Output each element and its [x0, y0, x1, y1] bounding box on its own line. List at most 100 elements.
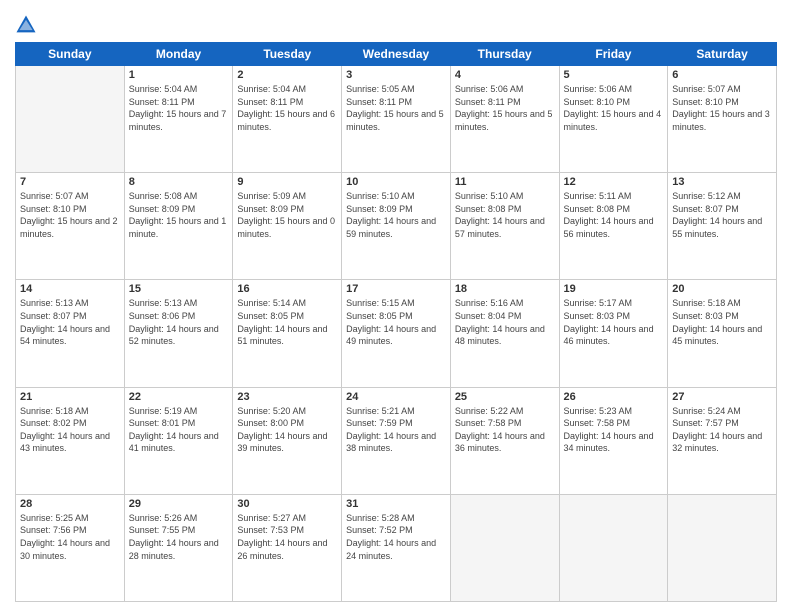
calendar-table: SundayMondayTuesdayWednesdayThursdayFrid…	[15, 42, 777, 602]
day-number: 20	[672, 283, 772, 295]
calendar-cell: 16 Sunrise: 5:14 AMSunset: 8:05 PMDayligh…	[233, 280, 342, 387]
day-number: 16	[237, 283, 337, 295]
calendar-cell	[668, 494, 777, 601]
weekday-header: Tuesday	[233, 43, 342, 66]
day-info: Sunrise: 5:22 AMSunset: 7:58 PMDaylight:…	[455, 405, 555, 455]
day-info: Sunrise: 5:26 AMSunset: 7:55 PMDaylight:…	[129, 512, 229, 562]
calendar-cell: 14Sunrise: 5:13 AMSunset: 8:07 PMDayligh…	[16, 280, 125, 387]
calendar-cell: 19 Sunrise: 5:17 AMSunset: 8:03 PMDayligh…	[559, 280, 668, 387]
weekday-header: Wednesday	[342, 43, 451, 66]
calendar-cell: 5Sunrise: 5:06 AMSunset: 8:10 PMDaylight…	[559, 66, 668, 173]
calendar-row: 14Sunrise: 5:13 AMSunset: 8:07 PMDayligh…	[16, 280, 777, 387]
day-number: 15	[129, 283, 229, 295]
calendar-cell: 12 Sunrise: 5:11 AMSunset: 8:08 PMDayligh…	[559, 173, 668, 280]
logo-icon	[15, 14, 37, 36]
day-number: 19	[564, 283, 664, 295]
calendar-cell	[16, 66, 125, 173]
day-number: 28	[20, 498, 120, 510]
day-number: 23	[237, 391, 337, 403]
day-number: 6	[672, 69, 772, 81]
calendar-row: 21 Sunrise: 5:18 AMSunset: 8:02 PMDayligh…	[16, 387, 777, 494]
weekday-header: Sunday	[16, 43, 125, 66]
calendar-cell: 2 Sunrise: 5:04 AMSunset: 8:11 PMDaylight…	[233, 66, 342, 173]
calendar-cell: 1 Sunrise: 5:04 AMSunset: 8:11 PMDaylight…	[124, 66, 233, 173]
day-number: 22	[129, 391, 229, 403]
calendar-cell: 3Sunrise: 5:05 AMSunset: 8:11 PMDaylight…	[342, 66, 451, 173]
calendar-cell: 20 Sunrise: 5:18 AMSunset: 8:03 PMDayligh…	[668, 280, 777, 387]
calendar-cell: 7Sunrise: 5:07 AMSunset: 8:10 PMDaylight…	[16, 173, 125, 280]
header	[15, 10, 777, 36]
day-info: Sunrise: 5:07 AMSunset: 8:10 PMDaylight:…	[672, 83, 772, 133]
day-number: 1	[129, 69, 229, 81]
calendar-cell: 21 Sunrise: 5:18 AMSunset: 8:02 PMDayligh…	[16, 387, 125, 494]
calendar-cell: 29 Sunrise: 5:26 AMSunset: 7:55 PMDayligh…	[124, 494, 233, 601]
calendar-cell	[450, 494, 559, 601]
calendar-row: 28 Sunrise: 5:25 AMSunset: 7:56 PMDayligh…	[16, 494, 777, 601]
day-info: Sunrise: 5:27 AMSunset: 7:53 PMDaylight:…	[237, 512, 337, 562]
day-info: Sunrise: 5:04 AMSunset: 8:11 PMDaylight:…	[237, 83, 337, 133]
calendar-cell: 18 Sunrise: 5:16 AMSunset: 8:04 PMDayligh…	[450, 280, 559, 387]
logo	[15, 14, 40, 36]
page: SundayMondayTuesdayWednesdayThursdayFrid…	[0, 0, 792, 612]
calendar-cell: 8 Sunrise: 5:08 AMSunset: 8:09 PMDaylight…	[124, 173, 233, 280]
calendar-cell: 30 Sunrise: 5:27 AMSunset: 7:53 PMDayligh…	[233, 494, 342, 601]
calendar-cell: 6 Sunrise: 5:07 AMSunset: 8:10 PMDaylight…	[668, 66, 777, 173]
calendar-cell: 13Sunrise: 5:12 AMSunset: 8:07 PMDayligh…	[668, 173, 777, 280]
day-info: Sunrise: 5:14 AMSunset: 8:05 PMDaylight:…	[237, 297, 337, 347]
day-number: 10	[346, 176, 446, 188]
day-info: Sunrise: 5:10 AMSunset: 8:08 PMDaylight:…	[455, 190, 555, 240]
day-info: Sunrise: 5:16 AMSunset: 8:04 PMDaylight:…	[455, 297, 555, 347]
day-number: 18	[455, 283, 555, 295]
day-info: Sunrise: 5:06 AMSunset: 8:11 PMDaylight:…	[455, 83, 555, 133]
day-number: 31	[346, 498, 446, 510]
calendar-cell: 27 Sunrise: 5:24 AMSunset: 7:57 PMDayligh…	[668, 387, 777, 494]
day-info: Sunrise: 5:15 AMSunset: 8:05 PMDaylight:…	[346, 297, 446, 347]
day-info: Sunrise: 5:13 AMSunset: 8:07 PMDaylight:…	[20, 297, 120, 347]
calendar-row: 7Sunrise: 5:07 AMSunset: 8:10 PMDaylight…	[16, 173, 777, 280]
calendar-cell: 25 Sunrise: 5:22 AMSunset: 7:58 PMDayligh…	[450, 387, 559, 494]
calendar-cell	[559, 494, 668, 601]
day-info: Sunrise: 5:13 AMSunset: 8:06 PMDaylight:…	[129, 297, 229, 347]
day-number: 4	[455, 69, 555, 81]
weekday-header: Monday	[124, 43, 233, 66]
day-number: 12	[564, 176, 664, 188]
weekday-header: Saturday	[668, 43, 777, 66]
calendar-cell: 11 Sunrise: 5:10 AMSunset: 8:08 PMDayligh…	[450, 173, 559, 280]
day-info: Sunrise: 5:28 AMSunset: 7:52 PMDaylight:…	[346, 512, 446, 562]
day-info: Sunrise: 5:04 AMSunset: 8:11 PMDaylight:…	[129, 83, 229, 133]
day-info: Sunrise: 5:07 AMSunset: 8:10 PMDaylight:…	[20, 190, 120, 240]
day-number: 11	[455, 176, 555, 188]
day-info: Sunrise: 5:17 AMSunset: 8:03 PMDaylight:…	[564, 297, 664, 347]
day-info: Sunrise: 5:21 AMSunset: 7:59 PMDaylight:…	[346, 405, 446, 455]
day-number: 26	[564, 391, 664, 403]
day-info: Sunrise: 5:11 AMSunset: 8:08 PMDaylight:…	[564, 190, 664, 240]
day-number: 2	[237, 69, 337, 81]
weekday-header: Thursday	[450, 43, 559, 66]
day-info: Sunrise: 5:18 AMSunset: 8:03 PMDaylight:…	[672, 297, 772, 347]
day-info: Sunrise: 5:08 AMSunset: 8:09 PMDaylight:…	[129, 190, 229, 240]
day-info: Sunrise: 5:24 AMSunset: 7:57 PMDaylight:…	[672, 405, 772, 455]
calendar-cell: 15 Sunrise: 5:13 AMSunset: 8:06 PMDayligh…	[124, 280, 233, 387]
day-number: 3	[346, 69, 446, 81]
calendar-cell: 17Sunrise: 5:15 AMSunset: 8:05 PMDayligh…	[342, 280, 451, 387]
day-info: Sunrise: 5:19 AMSunset: 8:01 PMDaylight:…	[129, 405, 229, 455]
calendar-cell: 22 Sunrise: 5:19 AMSunset: 8:01 PMDayligh…	[124, 387, 233, 494]
day-number: 27	[672, 391, 772, 403]
day-number: 21	[20, 391, 120, 403]
day-number: 30	[237, 498, 337, 510]
day-info: Sunrise: 5:20 AMSunset: 8:00 PMDaylight:…	[237, 405, 337, 455]
day-number: 29	[129, 498, 229, 510]
day-info: Sunrise: 5:25 AMSunset: 7:56 PMDaylight:…	[20, 512, 120, 562]
calendar-cell: 26 Sunrise: 5:23 AMSunset: 7:58 PMDayligh…	[559, 387, 668, 494]
calendar-cell: 28 Sunrise: 5:25 AMSunset: 7:56 PMDayligh…	[16, 494, 125, 601]
day-number: 8	[129, 176, 229, 188]
day-number: 25	[455, 391, 555, 403]
day-info: Sunrise: 5:09 AMSunset: 8:09 PMDaylight:…	[237, 190, 337, 240]
day-info: Sunrise: 5:23 AMSunset: 7:58 PMDaylight:…	[564, 405, 664, 455]
day-number: 9	[237, 176, 337, 188]
calendar-cell: 23 Sunrise: 5:20 AMSunset: 8:00 PMDayligh…	[233, 387, 342, 494]
calendar-cell: 24Sunrise: 5:21 AMSunset: 7:59 PMDayligh…	[342, 387, 451, 494]
calendar-cell: 9 Sunrise: 5:09 AMSunset: 8:09 PMDaylight…	[233, 173, 342, 280]
calendar-cell: 10Sunrise: 5:10 AMSunset: 8:09 PMDayligh…	[342, 173, 451, 280]
day-info: Sunrise: 5:18 AMSunset: 8:02 PMDaylight:…	[20, 405, 120, 455]
